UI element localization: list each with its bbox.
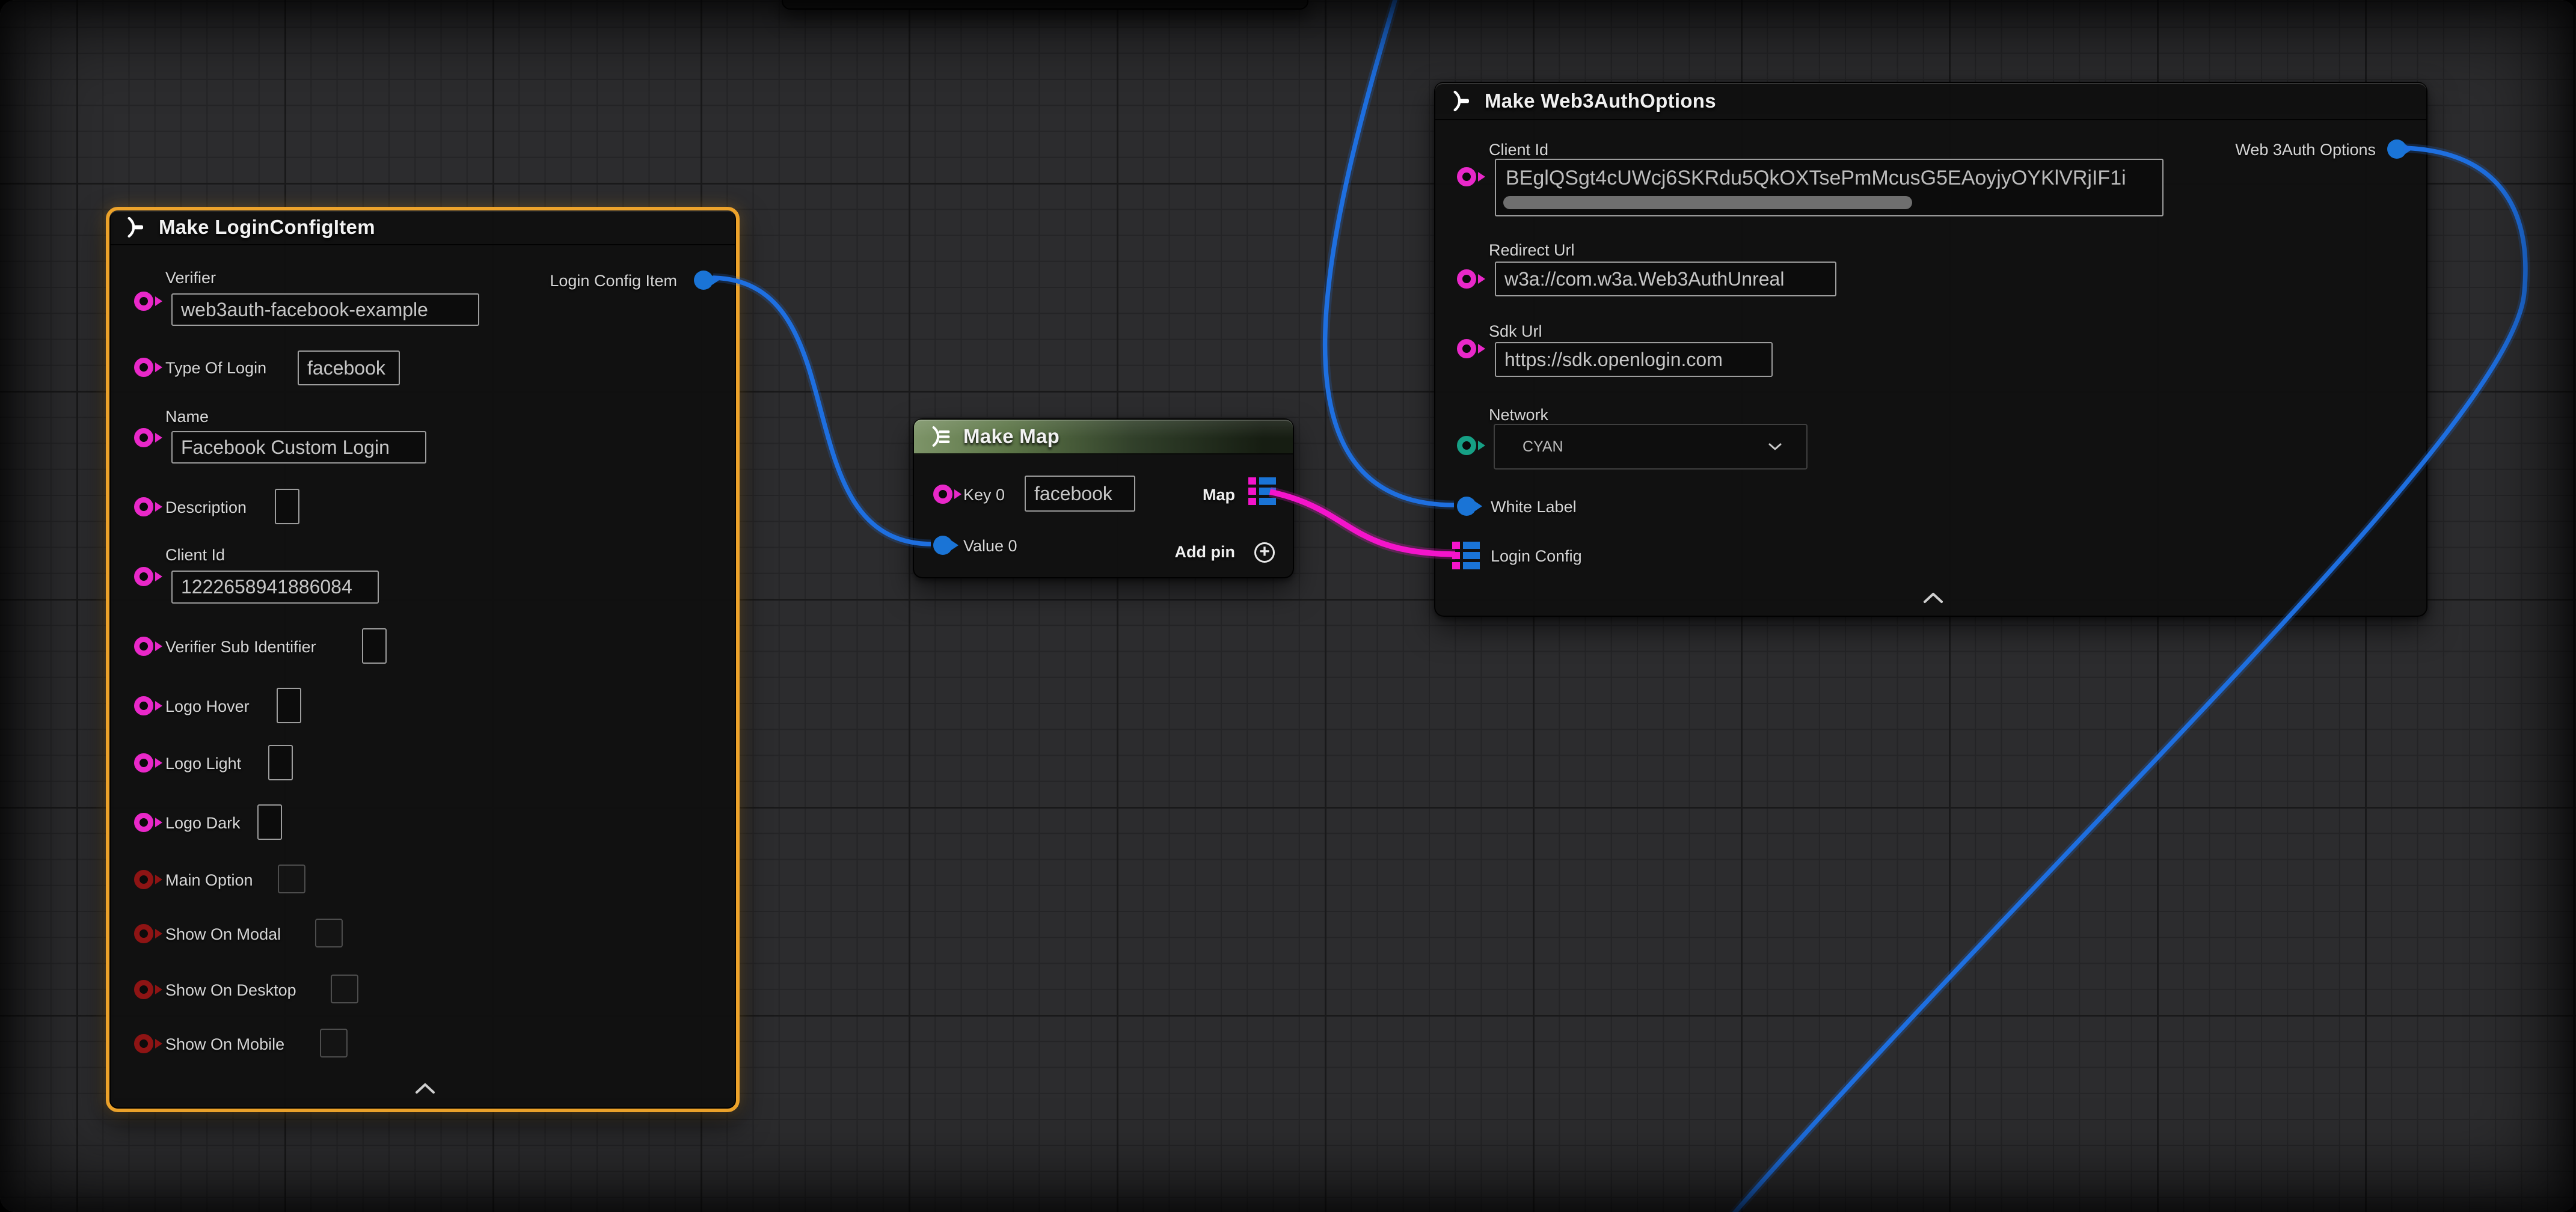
pin-label-show-on-modal: Show On Modal <box>165 925 281 944</box>
pin-label-web3auth-options: Web 3Auth Options <box>2235 140 2376 159</box>
pin-label-value0: Value 0 <box>963 536 1017 556</box>
pin-label-verifier-sub-identifier: Verifier Sub Identifier <box>165 637 316 656</box>
node-header[interactable]: Make Web3AuthOptions <box>1435 83 2426 120</box>
name-input[interactable]: Facebook Custom Login <box>171 431 426 464</box>
pin-label-redirect-url: Redirect Url <box>1489 240 1575 260</box>
chevron-down-icon <box>1768 442 1782 451</box>
blueprint-graph-canvas[interactable]: Make LoginConfigItem Login Config Item V… <box>0 0 2576 1212</box>
logo-dark-input[interactable] <box>257 804 282 840</box>
node-make-map[interactable]: Make Map Key 0 facebook Map Value 0 Add … <box>913 418 1294 578</box>
node-make-loginconfigitem[interactable]: Make LoginConfigItem Login Config Item V… <box>106 207 740 1112</box>
pin-in-client-id[interactable] <box>134 567 153 586</box>
make-struct-icon <box>125 215 149 239</box>
client-id-value: BEglQSgt4cUWcj6SKRdu5QkOXTsePmMcusG5EAoy… <box>1506 165 2156 191</box>
pin-label-key0: Key 0 <box>963 485 1005 504</box>
node-header[interactable]: Make Map <box>914 420 1293 454</box>
pin-label-white-label: White Label <box>1491 497 1577 516</box>
pin-label-network: Network <box>1489 405 1548 424</box>
pin-label-show-on-desktop: Show On Desktop <box>165 981 296 1000</box>
pin-label-main-option: Main Option <box>165 871 253 890</box>
pin-out-web3auth-options[interactable] <box>2387 139 2406 159</box>
pin-in-value0[interactable] <box>933 536 952 555</box>
description-input[interactable] <box>275 489 299 524</box>
pin-in-network[interactable] <box>1457 436 1476 455</box>
redirect-url-input[interactable]: w3a://com.w3a.Web3AuthUnreal <box>1495 262 1836 296</box>
add-pin-button[interactable]: + <box>1254 542 1275 563</box>
collapse-node-chevron[interactable] <box>414 1081 437 1095</box>
pin-in-show-on-mobile[interactable] <box>134 1034 153 1053</box>
make-map-icon <box>930 424 954 448</box>
node-title: Make Web3AuthOptions <box>1485 90 1716 112</box>
pin-in-redirect-url[interactable] <box>1457 269 1476 289</box>
pin-in-sdk-url[interactable] <box>1457 339 1476 358</box>
node-make-web3authoptions[interactable]: Make Web3AuthOptions Web 3Auth Options C… <box>1434 82 2427 617</box>
pin-label-login-config: Login Config <box>1491 546 1582 566</box>
network-selected-value: CYAN <box>1523 438 1563 456</box>
offscreen-node-top[interactable] <box>782 0 1308 10</box>
sdk-url-input[interactable]: https://sdk.openlogin.com <box>1495 342 1773 377</box>
main-option-checkbox[interactable] <box>278 865 305 893</box>
pin-out-login-config-item[interactable] <box>694 271 713 290</box>
pin-in-key0[interactable] <box>933 485 952 504</box>
client-id-input[interactable]: 1222658941886084 <box>171 571 379 604</box>
pin-label-show-on-mobile: Show On Mobile <box>165 1035 284 1054</box>
pin-label-logo-light: Logo Light <box>165 754 241 773</box>
pin-in-client-id[interactable] <box>1457 167 1476 186</box>
pin-label-sdk-url: Sdk Url <box>1489 322 1542 341</box>
verifier-sub-identifier-input[interactable] <box>362 628 387 664</box>
node-title: Make LoginConfigItem <box>159 216 375 239</box>
node-title: Make Map <box>963 425 1060 448</box>
pin-in-show-on-modal[interactable] <box>134 924 153 943</box>
pin-label-logo-dark: Logo Dark <box>165 813 241 833</box>
type-of-login-input[interactable]: facebook <box>298 350 400 385</box>
show-on-modal-checkbox[interactable] <box>315 919 343 947</box>
pin-in-white-label[interactable] <box>1457 497 1476 516</box>
add-pin-label[interactable]: Add pin <box>1175 542 1235 562</box>
pin-label-name: Name <box>165 407 209 426</box>
pin-label-description: Description <box>165 498 247 517</box>
pin-in-type-of-login[interactable] <box>134 358 153 377</box>
pin-label-client-id: Client Id <box>1489 140 1548 159</box>
pin-in-main-option[interactable] <box>134 870 153 889</box>
pin-in-verifier-sub-identifier[interactable] <box>134 637 153 656</box>
verifier-input[interactable]: web3auth-facebook-example <box>171 293 479 326</box>
node-header[interactable]: Make LoginConfigItem <box>109 210 736 245</box>
wire-loginconfigitem-to-value0[interactable] <box>713 278 931 544</box>
pin-label-verifier: Verifier <box>165 268 216 287</box>
logo-light-input[interactable] <box>268 745 293 780</box>
pin-in-logo-dark[interactable] <box>134 813 153 832</box>
make-struct-icon <box>1451 89 1475 113</box>
pin-in-logo-hover[interactable] <box>134 696 153 715</box>
pin-label-login-config-item: Login Config Item <box>550 271 677 290</box>
collapse-node-chevron[interactable] <box>1922 590 1945 605</box>
pin-label-map-output: Map <box>1203 485 1235 504</box>
pin-label-client-id: Client Id <box>165 545 225 565</box>
pin-in-verifier[interactable] <box>134 292 153 311</box>
network-dropdown[interactable]: CYAN <box>1494 424 1808 470</box>
pin-in-name[interactable] <box>134 428 153 447</box>
pin-in-show-on-desktop[interactable] <box>134 980 153 999</box>
key0-input[interactable]: facebook <box>1025 476 1135 512</box>
logo-hover-input[interactable] <box>277 688 301 723</box>
pin-in-description[interactable] <box>134 497 153 516</box>
show-on-mobile-checkbox[interactable] <box>320 1029 348 1057</box>
pin-in-login-config[interactable] <box>1452 542 1480 569</box>
show-on-desktop-checkbox[interactable] <box>331 975 358 1003</box>
pin-label-logo-hover: Logo Hover <box>165 697 250 716</box>
client-id-hscrollbar[interactable] <box>1503 196 1912 209</box>
pin-in-logo-light[interactable] <box>134 753 153 773</box>
client-id-input[interactable]: BEglQSgt4cUWcj6SKRdu5QkOXTsePmMcusG5EAoy… <box>1495 159 2164 216</box>
pin-label-type-of-login: Type Of Login <box>165 358 266 378</box>
